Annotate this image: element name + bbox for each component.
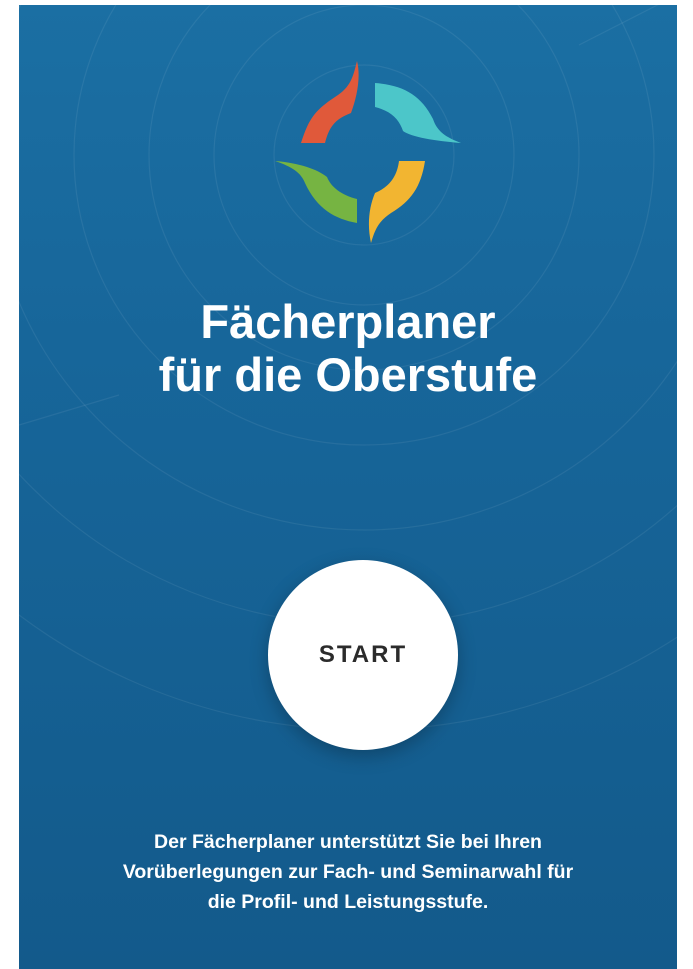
logo-yellow-segment [368,161,425,243]
page: Fächerplaner für die Oberstufe START Der… [0,0,693,969]
start-screen-panel: Fächerplaner für die Oberstufe START Der… [19,5,677,969]
app-description: Der Fächerplaner unterstützt Sie bei Ihr… [39,827,657,917]
logo-green-segment [275,161,357,223]
title-line-2: für die Oberstufe [158,348,538,401]
start-button[interactable]: START [268,560,458,750]
app-title: Fächerplaner für die Oberstufe [19,295,677,401]
description-line-3: die Profil- und Leistungsstufe. [207,891,489,913]
title-line-1: Fächerplaner [200,295,496,348]
logo-red-segment [301,61,359,143]
description-line-2: Vorüberlegungen zur Fach- und Seminarwah… [122,861,574,883]
compass-logo-icon [275,61,461,243]
logo-teal-segment [375,83,461,143]
description-line-1: Der Fächerplaner unterstützt Sie bei Ihr… [154,831,542,853]
